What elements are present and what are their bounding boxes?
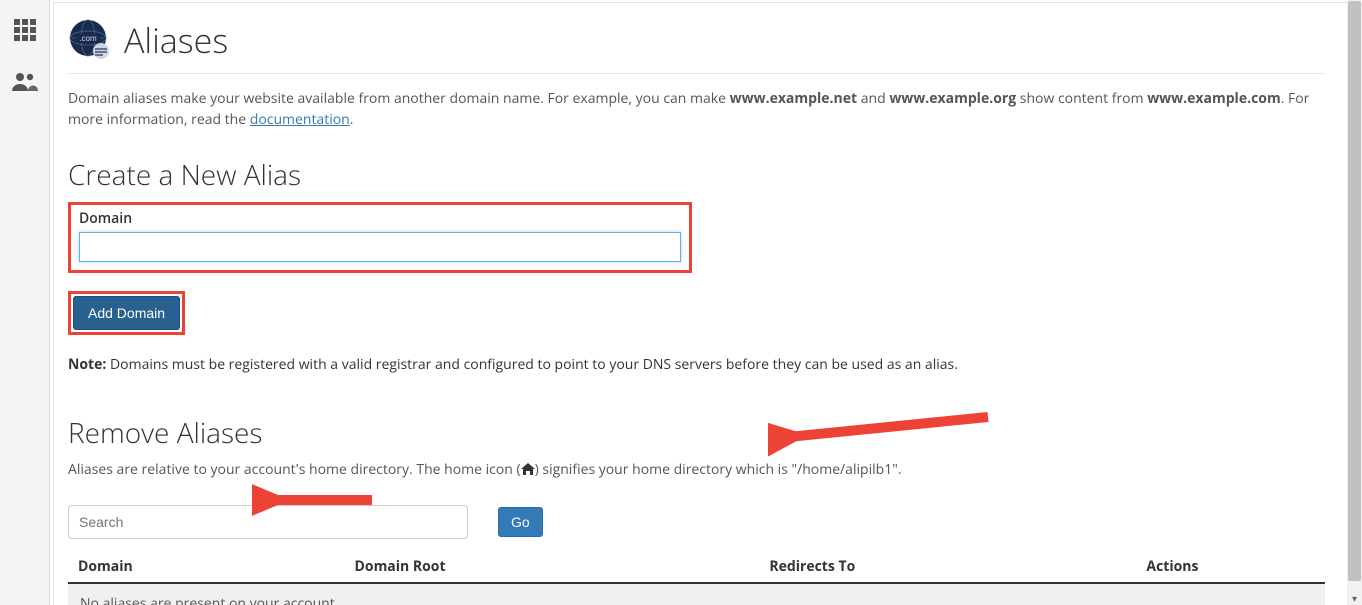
scrollbar-thumb[interactable]	[1348, 1, 1361, 581]
domain-field-group: Domain	[68, 202, 692, 273]
apps-grid-icon[interactable]	[13, 18, 37, 47]
left-sidebar	[0, 0, 50, 605]
scroll-down-icon[interactable]: ▾	[1347, 590, 1362, 605]
search-row: Go	[68, 505, 1325, 539]
page-title: Aliases	[124, 17, 228, 63]
documentation-link[interactable]: documentation	[250, 110, 350, 129]
col-domain[interactable]: Domain	[68, 551, 345, 583]
col-domain-root[interactable]: Domain Root	[345, 551, 760, 583]
note-text: Note: Domains must be registered with a …	[68, 355, 1325, 374]
page-header: .com Aliases	[68, 17, 1325, 74]
users-icon[interactable]	[11, 71, 39, 96]
add-domain-button[interactable]: Add Domain	[73, 296, 180, 330]
svg-text:.com: .com	[79, 34, 97, 43]
scrollbar-track[interactable]: ▾	[1347, 0, 1362, 605]
table-header-row: Domain Domain Root Redirects To Actions	[68, 551, 1325, 583]
add-domain-highlight: Add Domain	[68, 291, 185, 335]
aliases-table: Domain Domain Root Redirects To Actions …	[68, 551, 1325, 605]
search-input[interactable]	[68, 505, 468, 539]
table-row: No aliases are present on your account.	[68, 583, 1325, 605]
remove-aliases-heading: Remove Aliases	[68, 414, 1325, 452]
go-button[interactable]: Go	[498, 507, 543, 537]
create-alias-heading: Create a New Alias	[68, 156, 1325, 194]
col-actions[interactable]: Actions	[1136, 551, 1325, 583]
empty-message: No aliases are present on your account.	[68, 583, 1325, 605]
domain-input[interactable]	[79, 232, 681, 262]
page-description: Domain aliases make your website availab…	[68, 88, 1325, 130]
aliases-page-icon: .com	[68, 18, 112, 62]
col-redirects-to[interactable]: Redirects To	[759, 551, 1136, 583]
main-content: .com Aliases Domain aliases make your we…	[53, 2, 1356, 605]
remove-description: Aliases are relative to your account's h…	[68, 460, 1325, 479]
main-scroll-area[interactable]: .com Aliases Domain aliases make your we…	[50, 0, 1362, 605]
home-icon	[521, 460, 535, 479]
domain-label: Domain	[79, 209, 681, 228]
